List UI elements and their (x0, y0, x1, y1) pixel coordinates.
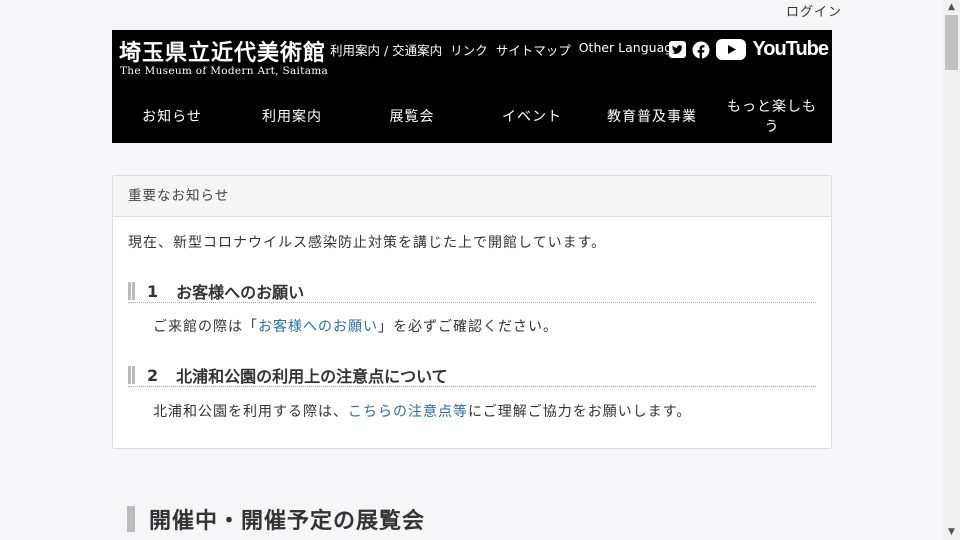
link-sitemap[interactable]: サイトマップ (496, 40, 571, 59)
twitter-icon[interactable] (669, 41, 687, 58)
header-links: 利用案内 / 交通案内 リンク サイトマップ Other Languages (330, 40, 686, 59)
link-guide-access[interactable]: 利用案内 / 交通案内 (330, 40, 442, 59)
youtube-icon[interactable] (716, 39, 747, 60)
scroll-down-arrow-icon[interactable]: ▼ (943, 525, 960, 540)
nav-enjoy-more-label: もっと楽しもう (727, 98, 817, 135)
body-text: 北浦和公園を利用する際は、 (153, 404, 348, 420)
facebook-icon[interactable] (692, 41, 710, 59)
body-text: 」を必ずご確認ください。 (378, 319, 558, 335)
body-text: にご理解ご協力をお願いします。 (468, 404, 692, 420)
heading-marker (127, 506, 135, 532)
section-title-text: お客様へのお願い (176, 283, 305, 302)
section-number: 2 (147, 365, 159, 385)
nav-news[interactable]: お知らせ (112, 90, 232, 143)
nav-education[interactable]: 教育普及事業 (592, 90, 712, 143)
nav-guide[interactable]: 利用案内 (232, 90, 352, 143)
exhibitions-heading-text: 開催中・開催予定の展覧会 (149, 509, 426, 534)
scrollbar-thumb[interactable] (945, 15, 958, 70)
site-logo[interactable]: 埼玉県立近代美術館 (119, 35, 326, 67)
notice-intro: 現在、新型コロナウイルス感染防止対策を講じた上で開館しています。 (128, 235, 607, 251)
notice-section-body: ご来館の際は「お客様へのお願い」を必ずご確認ください。 (153, 316, 558, 336)
nav-exhibitions[interactable]: 展覧会 (352, 90, 472, 143)
social-links: YouTube (669, 38, 829, 61)
login-link[interactable]: ログイン (786, 1, 842, 20)
customer-request-link[interactable]: お客様へのお願い (258, 319, 378, 335)
section-title-text: 北浦和公園の利用上の注意点について (176, 367, 448, 386)
scroll-up-arrow-icon[interactable]: ▲ (943, 0, 960, 15)
body-text: ご来館の際は「 (153, 319, 258, 335)
section-marker (128, 366, 135, 384)
nav-events[interactable]: イベント (472, 90, 592, 143)
youtube-wordmark[interactable]: YouTube (752, 38, 829, 61)
site-header: 埼玉県立近代美術館 The Museum of Modern Art, Sait… (112, 30, 832, 143)
section-number: 1 (147, 281, 159, 301)
site-logo-english: The Museum of Modern Art, Saitama (120, 65, 329, 77)
important-notice-panel: 重要なお知らせ 現在、新型コロナウイルス感染防止対策を講じた上で開館しています。… (112, 175, 832, 449)
exhibitions-heading: 開催中・開催予定の展覧会 (127, 503, 425, 535)
notice-section-title: 2 北浦和公園の利用上の注意点について (128, 364, 816, 387)
nav-enjoy-more[interactable]: もっと楽しもう (712, 90, 832, 143)
notice-heading: 重要なお知らせ (113, 176, 831, 217)
vertical-scrollbar[interactable]: ▲ ▼ (943, 0, 960, 540)
park-notes-link[interactable]: こちらの注意点等 (348, 404, 468, 420)
main-nav: お知らせ 利用案内 展覧会 イベント 教育普及事業 もっと楽しもう (112, 90, 832, 143)
link-links[interactable]: リンク (450, 40, 488, 59)
notice-section-body: 北浦和公園を利用する際は、こちらの注意点等にご理解ご協力をお願いします。 (153, 401, 691, 421)
section-marker (128, 282, 135, 300)
notice-section-title: 1 お客様へのお願い (128, 280, 816, 303)
